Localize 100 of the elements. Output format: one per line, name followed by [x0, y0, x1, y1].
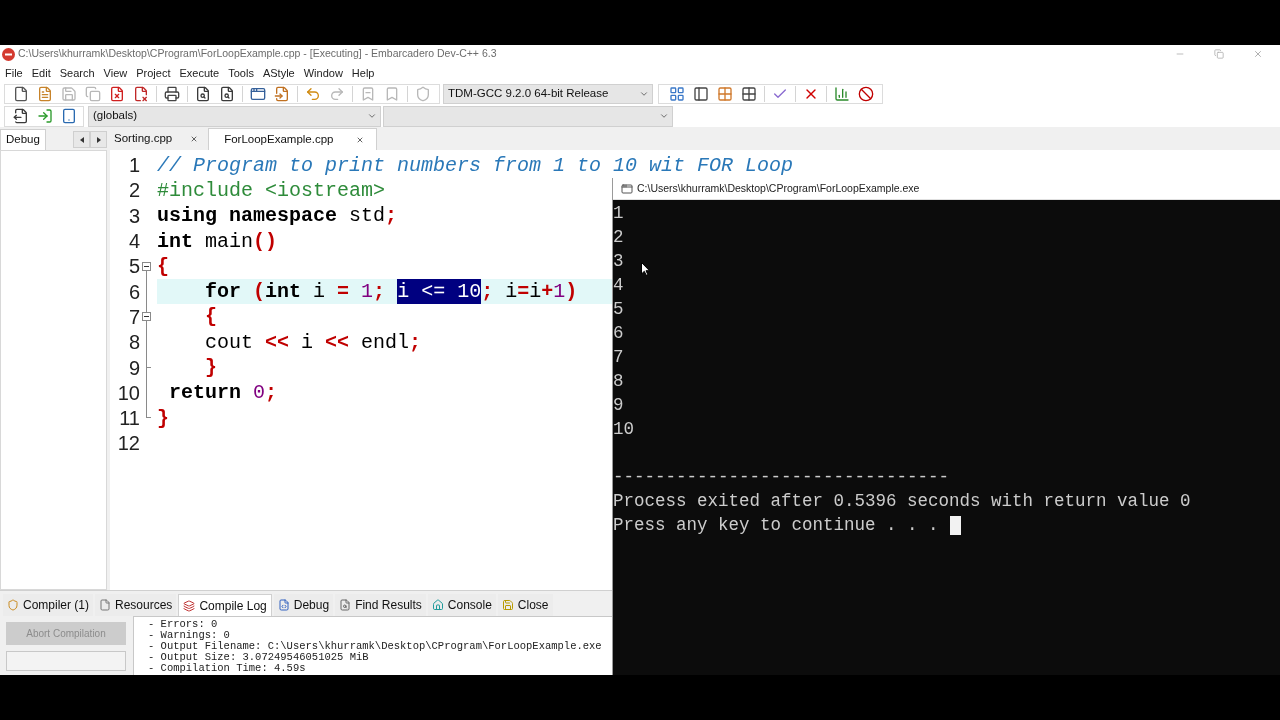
- scroll-left-button[interactable]: [73, 131, 90, 148]
- close-icon[interactable]: [355, 135, 364, 144]
- house-icon: [431, 599, 444, 611]
- line-number: 10: [117, 380, 140, 405]
- file-search-icon: [339, 599, 352, 611]
- menu-item[interactable]: File: [5, 66, 23, 80]
- file-x-icon[interactable]: [109, 86, 125, 102]
- code-text: }: [205, 355, 218, 380]
- console-line: 1: [613, 202, 624, 225]
- window-icon: [621, 182, 633, 195]
- console-line: 8: [613, 370, 624, 393]
- console-line: 9: [613, 394, 624, 417]
- editor-tab[interactable]: ForLoopExample.cpp: [208, 128, 377, 150]
- grid-icon[interactable]: [669, 86, 685, 102]
- line-number: 8: [128, 330, 140, 355]
- code-text: }: [157, 405, 169, 431]
- code-text: return 0;: [169, 380, 278, 406]
- layers-icon: [183, 599, 196, 612]
- line-number: 5: [128, 254, 140, 279]
- fold-toggle-icon[interactable]: [142, 312, 151, 322]
- menu-item[interactable]: Execute: [179, 66, 220, 80]
- panel-tab[interactable]: Compiler (1): [3, 594, 93, 616]
- ban-icon[interactable]: [858, 86, 874, 102]
- panel-tab[interactable]: Compile Log: [178, 594, 272, 616]
- panel-tab[interactable]: Debug: [273, 594, 334, 616]
- compiler-dropdown[interactable]: TDM-GCC 9.2.0 64-bit Release: [443, 84, 653, 104]
- app-window-icon[interactable]: [250, 86, 266, 102]
- line-number: 9: [128, 355, 140, 380]
- printer-icon[interactable]: [164, 86, 180, 102]
- console-line: 2: [613, 226, 624, 249]
- panel-tab[interactable]: Find Results: [335, 594, 426, 616]
- tablet-icon[interactable]: [61, 108, 77, 124]
- scroll-right-button[interactable]: [90, 131, 107, 148]
- panel-tab[interactable]: Resources: [95, 594, 177, 616]
- log-line: - Compilation Time: 4.59s: [148, 663, 306, 674]
- menu-item[interactable]: Search: [59, 66, 95, 80]
- menu-item[interactable]: Tools: [228, 66, 254, 80]
- caret-left-icon: [79, 136, 84, 143]
- document-icon[interactable]: [37, 86, 53, 102]
- file-x-icon[interactable]: [133, 86, 149, 102]
- log-line: - Output Size: 3.07249546051025 MiB: [148, 652, 369, 663]
- file-search-icon[interactable]: [219, 86, 235, 102]
- bar-chart-icon[interactable]: [834, 86, 850, 102]
- file-output-icon[interactable]: [13, 108, 29, 124]
- line-number: 7: [128, 304, 140, 329]
- code-text: cout << i << endl;: [205, 329, 422, 355]
- menu-item[interactable]: Help: [351, 66, 375, 80]
- log-line: - Errors: 0: [148, 619, 218, 630]
- panel-icon[interactable]: [693, 86, 709, 102]
- console-line: 4: [613, 274, 624, 297]
- log-in-icon[interactable]: [37, 108, 53, 124]
- file-code-icon: [277, 599, 290, 611]
- code-text: ; i=i+1): [481, 279, 578, 305]
- window-title: C:\Users\khurramk\Desktop\CProgram\ForLoopExample.cpp - [Executing] - Embarcadero Dev-C++ 6.3: [18, 46, 497, 62]
- log-line: - Output Filename: C:\Users\khurramk\Desktop\CProgram\ForLoopExample.exe: [148, 641, 602, 652]
- fold-end-tick: [146, 366, 151, 368]
- menu-item[interactable]: AStyle: [262, 66, 295, 80]
- log-line: - Warnings: 0: [148, 630, 230, 641]
- fold-toggle-icon[interactable]: [142, 261, 151, 271]
- code-text: for (int i = 1;: [205, 279, 387, 305]
- chevron-down-icon: [659, 111, 669, 121]
- file-icon[interactable]: [13, 86, 29, 102]
- menu-item[interactable]: View: [103, 66, 128, 80]
- line-number: 12: [117, 431, 140, 456]
- panel-tab[interactable]: Debug: [0, 129, 46, 150]
- file-input-icon[interactable]: [274, 86, 290, 102]
- line-number: 4: [128, 229, 140, 254]
- code-text: int main(): [157, 228, 278, 254]
- menu-item[interactable]: Edit: [31, 66, 51, 80]
- line-number: 6: [128, 279, 140, 304]
- console-line: 7: [613, 346, 624, 369]
- save-icon: [501, 599, 514, 611]
- fold-end-tick: [146, 417, 151, 419]
- caret-right-icon: [96, 136, 101, 143]
- file-icon: [99, 599, 111, 611]
- close-icon[interactable]: [190, 135, 199, 143]
- mouse-pointer-icon: [641, 262, 650, 276]
- chevron-down-icon: [367, 111, 377, 121]
- console-separator: --------------------------------: [613, 466, 950, 489]
- console-line: 5: [613, 298, 624, 321]
- menu-item[interactable]: Window: [303, 66, 343, 80]
- console-line: Press any key to continue . . .: [613, 514, 939, 537]
- grid-icon[interactable]: [741, 86, 757, 102]
- code-text: // Program to print numbers from 1 to 10 wit FOR Loop: [157, 152, 794, 178]
- console-line: 3: [613, 250, 624, 273]
- file-search-icon[interactable]: [195, 86, 211, 102]
- scope-dropdown[interactable]: (globals): [88, 105, 381, 127]
- panel-tab[interactable]: Close: [497, 594, 553, 616]
- line-number: 3: [128, 203, 140, 228]
- undo-icon[interactable]: [305, 86, 321, 102]
- code-text: #include <iostream>: [157, 177, 386, 203]
- line-number: 2: [128, 178, 140, 203]
- panel-tab[interactable]: Console: [427, 594, 496, 616]
- code-text: {: [205, 304, 218, 330]
- line-number: 11: [119, 406, 140, 431]
- console-line: 10: [613, 418, 634, 441]
- code-text: using namespace std;: [157, 203, 398, 229]
- menu-item[interactable]: Project: [136, 66, 171, 80]
- shield-icon: [7, 599, 19, 611]
- console-line: 6: [613, 322, 624, 345]
